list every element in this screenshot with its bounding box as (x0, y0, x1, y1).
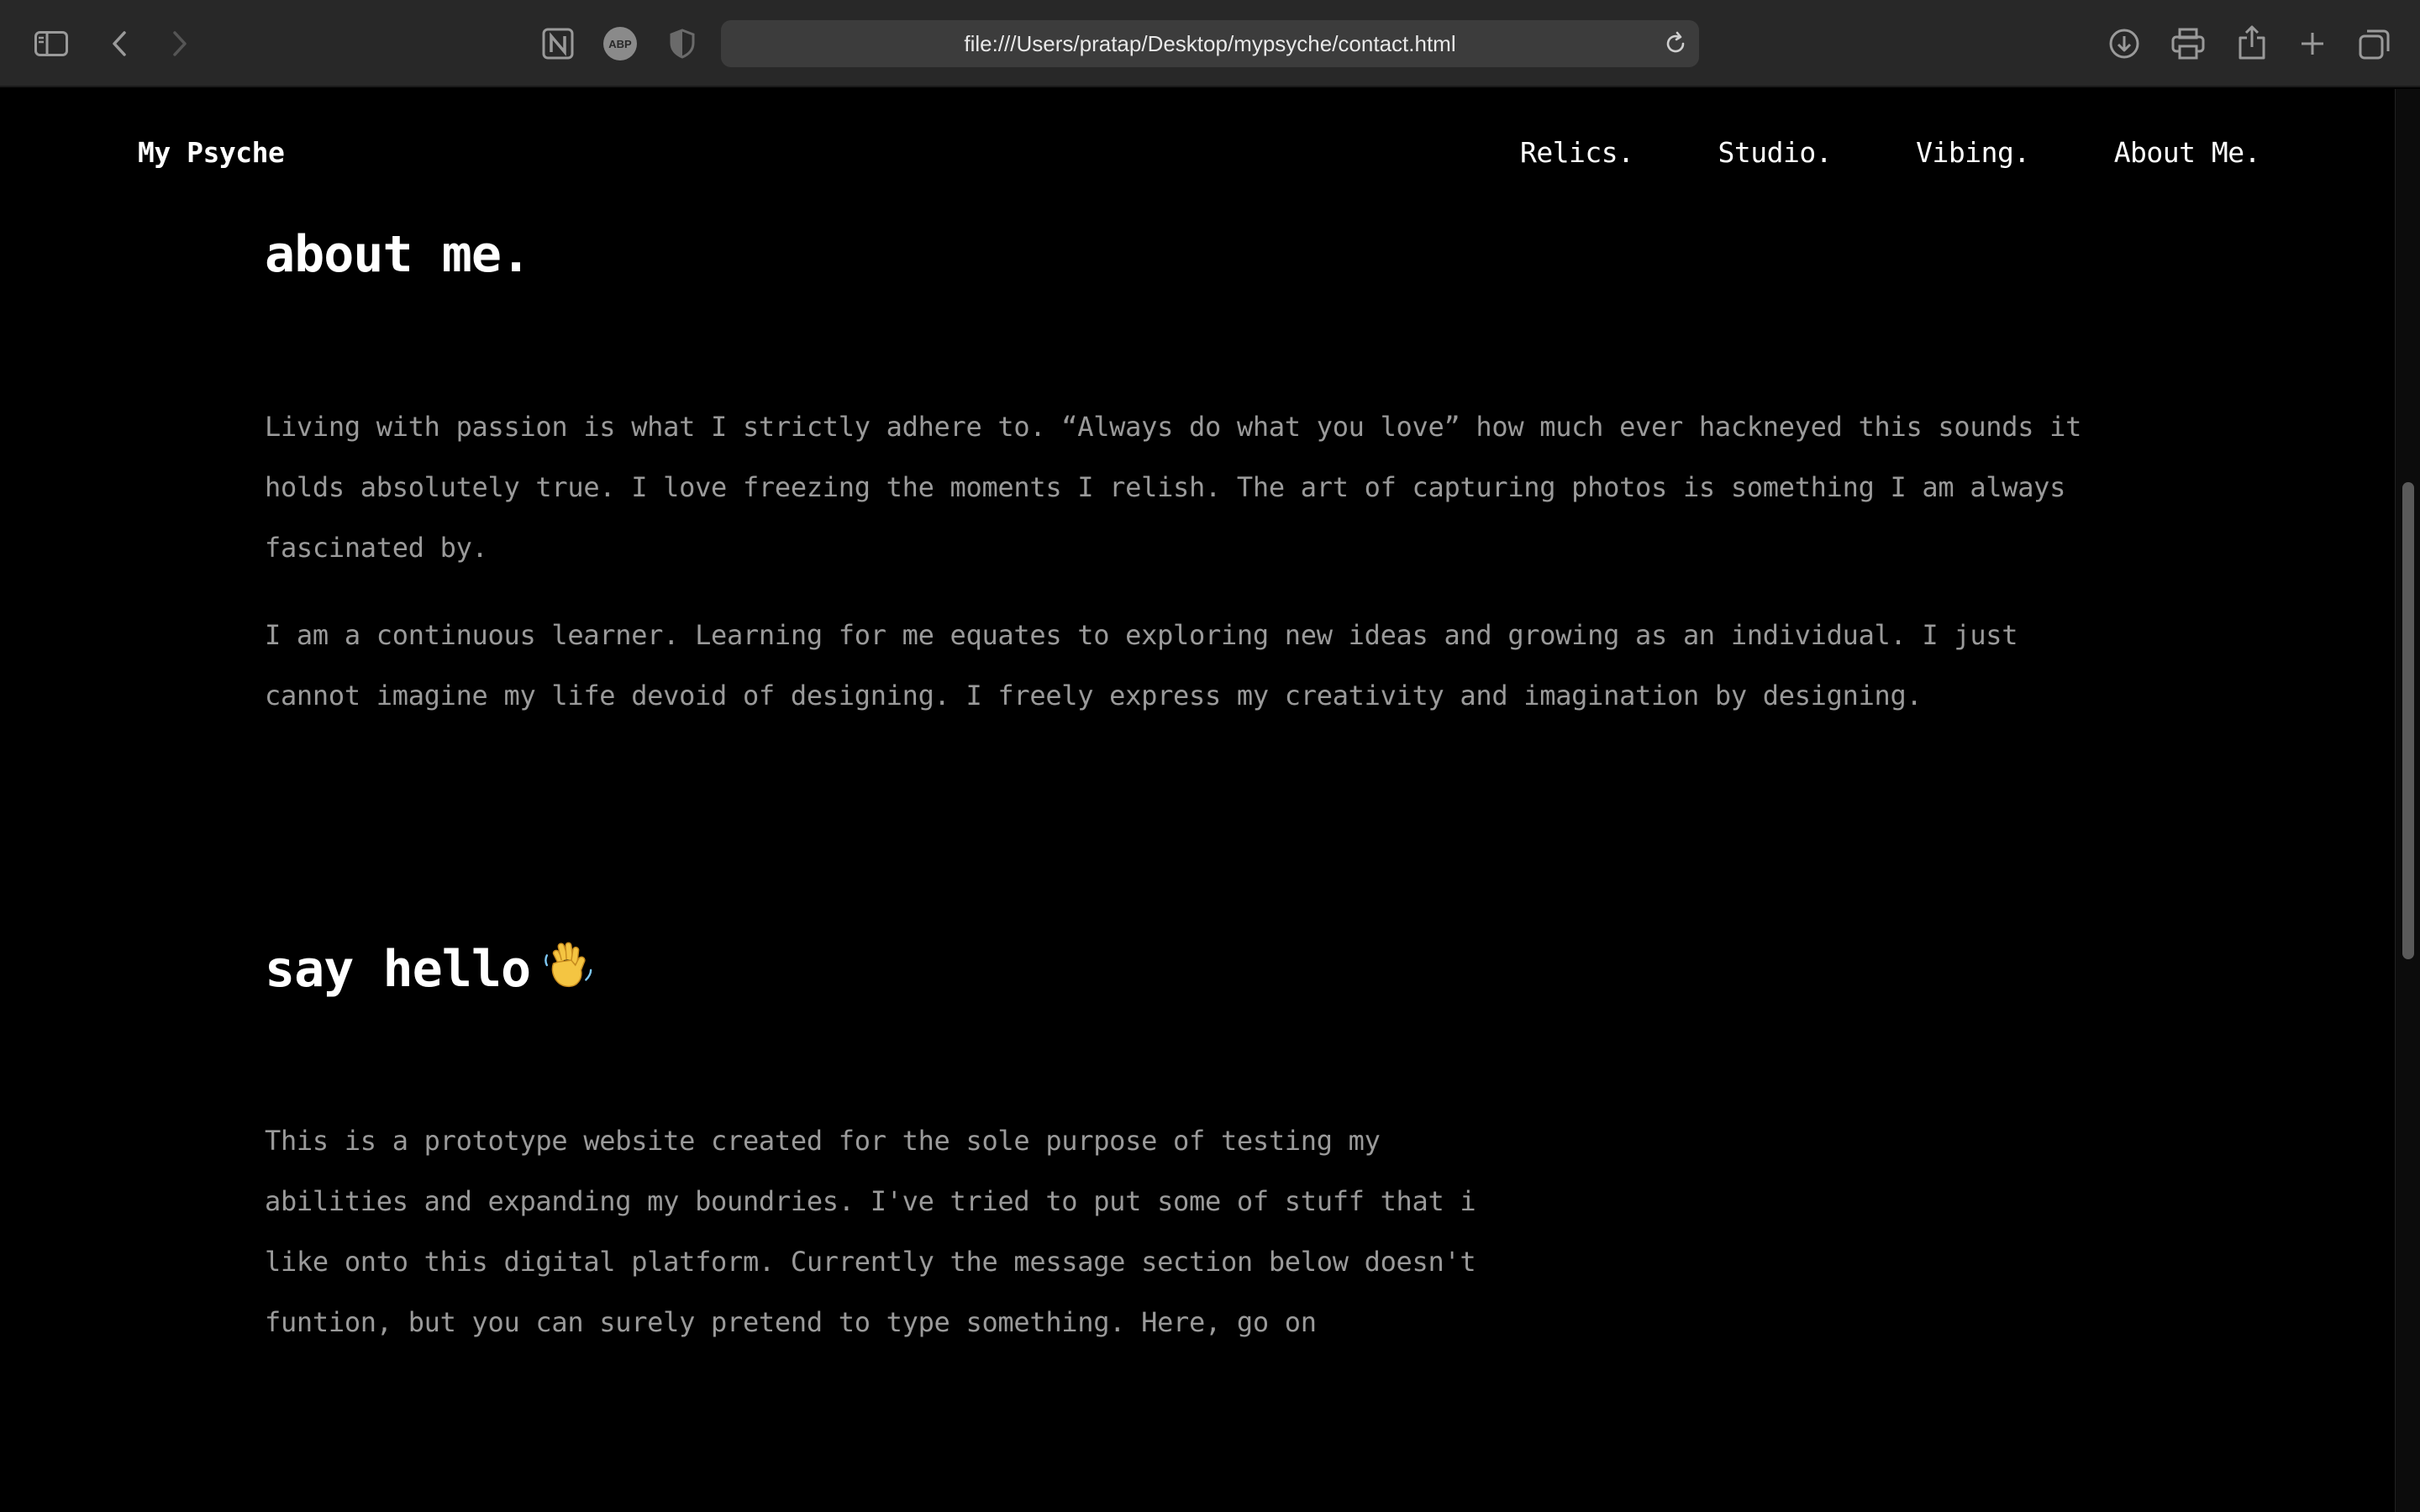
hello-paragraph: This is a prototype website created for … (265, 1110, 2147, 1352)
text-line: abilities and expanding my boundries. I'… (265, 1185, 1476, 1217)
text-line: like onto this digital platform. Current… (265, 1246, 1476, 1278)
text-line: Living with passion is what I strictly a… (265, 411, 2082, 443)
page-scrollbar[interactable] (2395, 89, 2420, 1512)
tabs-overview-icon[interactable] (2356, 25, 2393, 62)
shield-icon[interactable] (666, 27, 699, 60)
text-line: fascinated by. (265, 532, 488, 564)
nav-link-studio[interactable]: Studio. (1718, 136, 1833, 169)
url-text: file:///Users/pratap/Desktop/mypsyche/co… (964, 30, 1456, 56)
main-nav: Relics. Studio. Vibing. About Me. (1520, 136, 2261, 169)
adblock-icon[interactable]: ABP (602, 27, 639, 60)
share-icon[interactable] (2233, 22, 2270, 62)
text-line: cannot imagine my life devoid of designi… (265, 680, 1923, 711)
about-paragraph-1: Living with passion is what I strictly a… (265, 396, 2147, 578)
nav-link-relics[interactable]: Relics. (1520, 136, 1634, 169)
address-bar[interactable]: file:///Users/pratap/Desktop/mypsyche/co… (721, 20, 1699, 67)
notion-icon[interactable] (539, 25, 576, 62)
about-section: about me. (265, 225, 2147, 284)
text-line: I am a continuous learner. Learning for … (265, 619, 2018, 651)
chevron-left-icon[interactable] (104, 25, 134, 62)
adblock-label: ABP (603, 27, 637, 60)
hello-heading-text: say hello (265, 940, 531, 999)
print-icon[interactable] (2170, 25, 2207, 62)
hello-section: say hello (265, 939, 2147, 999)
sidebar-icon[interactable] (32, 25, 71, 62)
reload-icon[interactable] (1662, 30, 1689, 57)
nav-link-vibing[interactable]: Vibing. (1916, 136, 2030, 169)
waving-hand-icon (542, 939, 594, 991)
nav-link-about-me[interactable]: About Me. (2114, 136, 2261, 169)
chevron-right-icon[interactable] (165, 25, 195, 62)
text-line: funtion, but you can surely pretend to t… (265, 1306, 1317, 1338)
about-paragraph-2: I am a continuous learner. Learning for … (265, 605, 2147, 726)
plus-icon[interactable] (2294, 25, 2331, 62)
text-line: This is a prototype website created for … (265, 1125, 1381, 1157)
browser-toolbar: ABP file:///Users/pratap/Desktop/mypsych… (0, 0, 2420, 87)
scrollbar-thumb[interactable] (2402, 482, 2414, 959)
hello-heading: say hello (265, 939, 2147, 999)
web-page: My Psyche Relics. Studio. Vibing. About … (0, 89, 2395, 1512)
site-logo[interactable]: My Psyche (138, 136, 285, 169)
about-heading: about me. (265, 225, 531, 284)
download-icon[interactable] (2106, 25, 2143, 62)
text-line: holds absolutely true. I love freezing t… (265, 471, 2066, 503)
